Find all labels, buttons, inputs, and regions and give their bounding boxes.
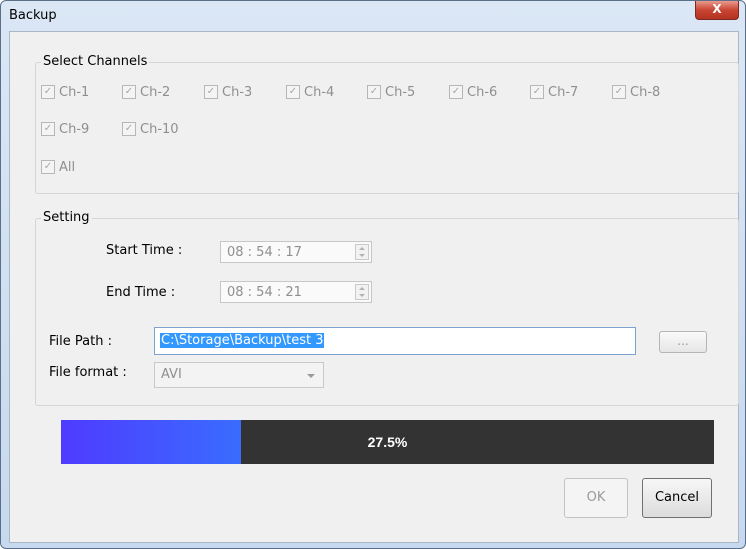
title-bar[interactable]: Backup X xyxy=(1,1,745,31)
channel-checkbox-ch-4[interactable]: ✓ Ch-4 xyxy=(286,84,334,100)
close-icon: X xyxy=(712,2,722,16)
checkmark-icon: ✓ xyxy=(41,160,55,174)
channel-label: Ch-4 xyxy=(304,84,335,100)
start-time-value: 08 : 54 : 17 xyxy=(227,245,302,260)
dialog-body: Select Channels ✓ Ch-1 ✓ Ch-2 ✓ Ch-3 ✓ C… xyxy=(9,31,739,543)
checkmark-icon: ✓ xyxy=(612,85,626,99)
end-time-spinner[interactable] xyxy=(355,284,369,300)
channel-label: All xyxy=(59,159,76,175)
chevron-down-icon xyxy=(307,374,315,378)
channel-checkbox-all[interactable]: ✓ All xyxy=(41,159,75,175)
spin-down-icon xyxy=(359,294,365,297)
ok-button[interactable]: OK xyxy=(564,478,628,518)
channel-checkbox-ch-6[interactable]: ✓ Ch-6 xyxy=(449,84,497,100)
channel-label: Ch-7 xyxy=(548,84,579,100)
file-format-label: File format : xyxy=(49,365,127,380)
setting-group: Setting Start Time : 08 : 54 : 17 End Ti… xyxy=(35,210,739,406)
progress-percent: 27.5% xyxy=(367,434,408,450)
channel-checkbox-ch-7[interactable]: ✓ Ch-7 xyxy=(530,84,578,100)
checkmark-icon: ✓ xyxy=(449,85,463,99)
channel-checkbox-ch-8[interactable]: ✓ Ch-8 xyxy=(612,84,660,100)
checkmark-icon: ✓ xyxy=(41,122,55,136)
checkmark-icon: ✓ xyxy=(530,85,544,99)
channel-checkbox-ch-2[interactable]: ✓ Ch-2 xyxy=(122,84,170,100)
window-title: Backup xyxy=(9,8,57,23)
checkmark-icon: ✓ xyxy=(122,85,136,99)
browse-button[interactable]: ... xyxy=(659,331,707,353)
end-time-value: 08 : 54 : 21 xyxy=(227,285,302,300)
channel-checkbox-ch-9[interactable]: ✓ Ch-9 xyxy=(41,121,89,137)
start-time-label: Start Time : xyxy=(106,243,183,258)
start-time-field[interactable]: 08 : 54 : 17 xyxy=(220,241,372,263)
spin-up-icon xyxy=(359,247,365,250)
file-format-value: AVI xyxy=(161,367,182,382)
channel-checkbox-ch-5[interactable]: ✓ Ch-5 xyxy=(367,84,415,100)
file-path-value: C:\Storage\Backup\test 3 xyxy=(160,333,325,348)
channel-label: Ch-6 xyxy=(467,84,498,100)
channel-label: Ch-3 xyxy=(222,84,253,100)
select-channels-group: Select Channels ✓ Ch-1 ✓ Ch-2 ✓ Ch-3 ✓ C… xyxy=(35,54,739,194)
channel-checkbox-ch-3[interactable]: ✓ Ch-3 xyxy=(204,84,252,100)
checkmark-icon: ✓ xyxy=(286,85,300,99)
channel-label: Ch-5 xyxy=(385,84,416,100)
channel-label: Ch-9 xyxy=(59,121,90,137)
backup-progress-bar: 27.5% xyxy=(61,420,714,464)
cancel-button[interactable]: Cancel xyxy=(642,478,712,518)
select-channels-legend: Select Channels xyxy=(41,54,150,69)
file-path-input[interactable]: C:\Storage\Backup\test 3 xyxy=(154,327,636,355)
checkmark-icon: ✓ xyxy=(41,85,55,99)
end-time-field[interactable]: 08 : 54 : 21 xyxy=(220,281,372,303)
channel-label: Ch-1 xyxy=(59,84,90,100)
close-button[interactable]: X xyxy=(695,1,739,20)
channel-label: Ch-8 xyxy=(630,84,661,100)
backup-dialog: Backup X Select Channels ✓ Ch-1 ✓ Ch-2 ✓… xyxy=(0,0,746,549)
spin-down-icon xyxy=(359,254,365,257)
channel-label: Ch-2 xyxy=(140,84,171,100)
channel-checkbox-ch-1[interactable]: ✓ Ch-1 xyxy=(41,84,89,100)
channel-label: Ch-10 xyxy=(140,121,179,137)
end-time-label: End Time : xyxy=(106,285,176,300)
channel-checkbox-ch-10[interactable]: ✓ Ch-10 xyxy=(122,121,179,137)
checkmark-icon: ✓ xyxy=(204,85,218,99)
file-path-label: File Path : xyxy=(49,334,112,349)
file-format-select[interactable]: AVI xyxy=(154,362,324,388)
start-time-spinner[interactable] xyxy=(355,244,369,260)
checkmark-icon: ✓ xyxy=(367,85,381,99)
spin-up-icon xyxy=(359,287,365,290)
setting-legend: Setting xyxy=(41,210,92,225)
checkmark-icon: ✓ xyxy=(122,122,136,136)
